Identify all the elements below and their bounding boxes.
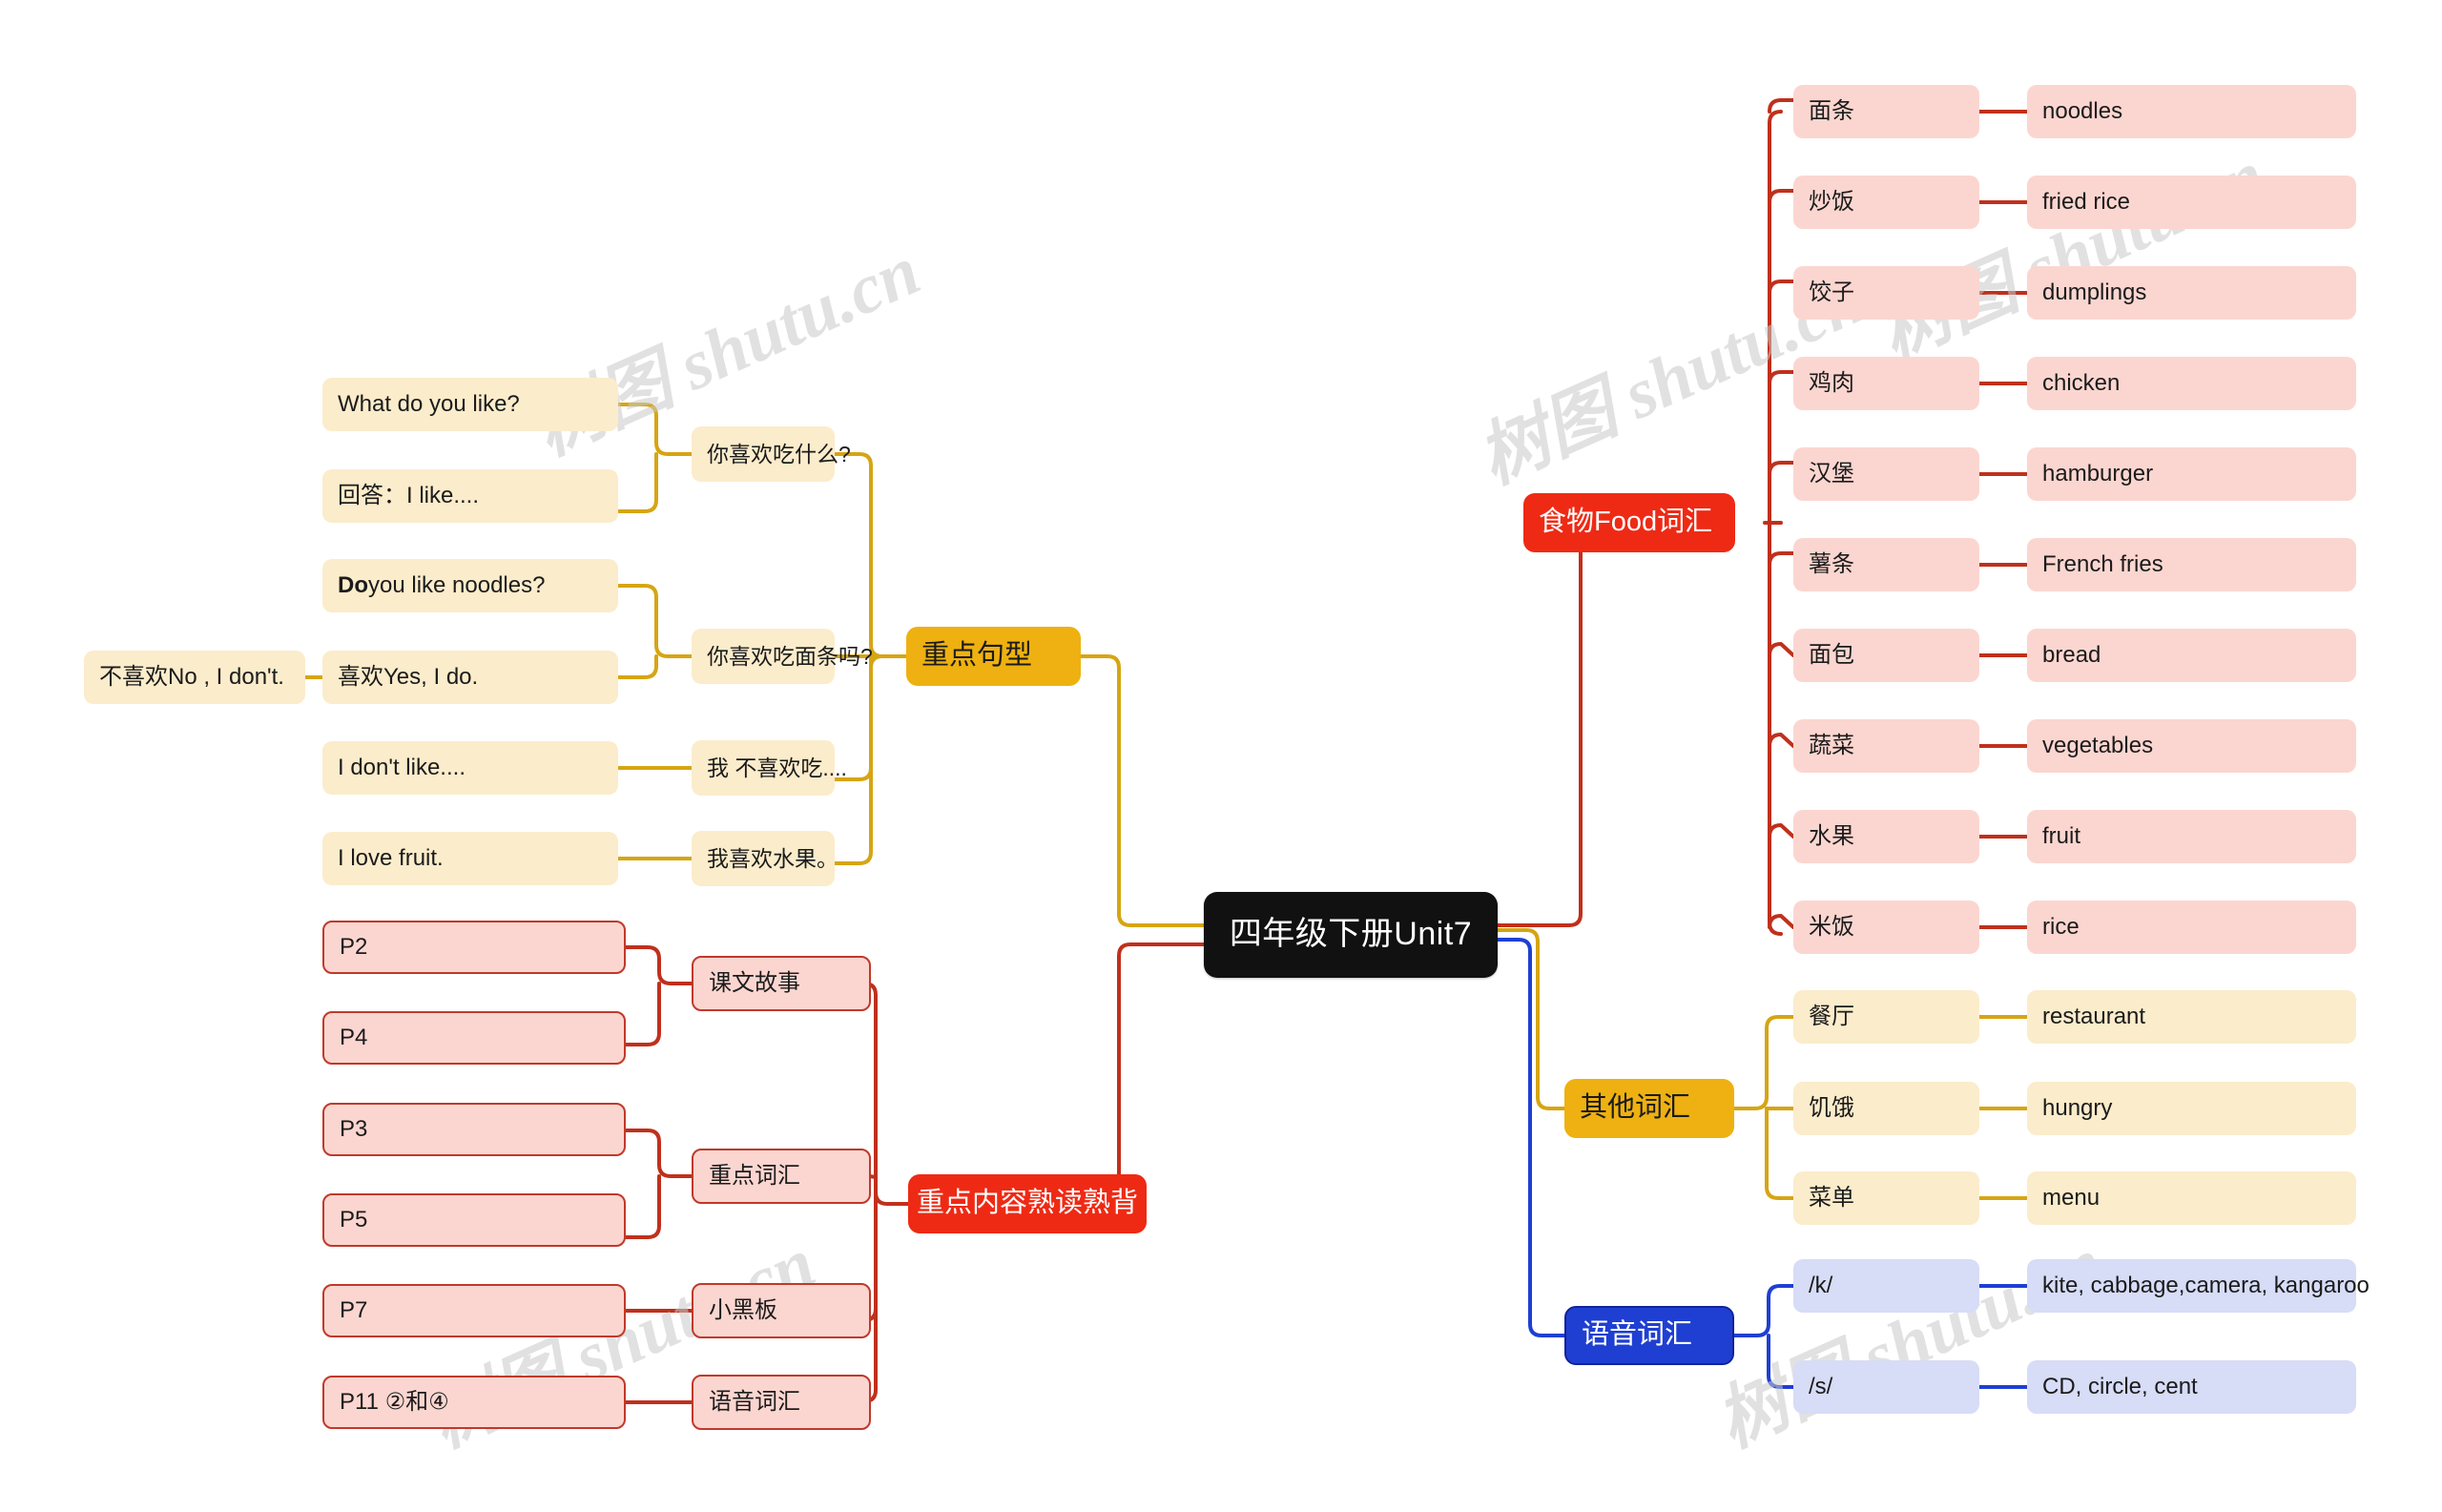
phonics-cn-s[interactable]: /s/	[1793, 1360, 1979, 1414]
food-cn-chicken[interactable]: 鸡肉	[1793, 357, 1979, 410]
food-en-fried-rice[interactable]: fried rice	[2027, 176, 2356, 229]
recite-page-p11[interactable]: P11 ②和④	[322, 1376, 626, 1429]
sentence-en-i-love-fruit[interactable]: I love fruit.	[322, 832, 618, 885]
food-cn-french-fries[interactable]: 薯条	[1793, 538, 1979, 591]
food-cn-fried-rice[interactable]: 炒饭	[1793, 176, 1979, 229]
branch-food[interactable]: 食物Food词汇	[1523, 493, 1735, 552]
food-en-hamburger[interactable]: hamburger	[2027, 447, 2356, 501]
recite-page-p3[interactable]: P3	[322, 1103, 626, 1156]
other-cn-hungry[interactable]: 饥饿	[1793, 1082, 1979, 1135]
recite-page-p2[interactable]: P2	[322, 921, 626, 974]
food-en-french-fries[interactable]: French fries	[2027, 538, 2356, 591]
recite-page-p7[interactable]: P7	[322, 1284, 626, 1337]
sentence-en-answer-i-like[interactable]: 回答：I like....	[322, 469, 618, 523]
phonics-en-k[interactable]: kite, cabbage,camera, kangaroo	[2027, 1259, 2370, 1313]
recite-group-phonics[interactable]: 语音词汇	[692, 1375, 871, 1430]
root-node[interactable]: 四年级下册Unit7	[1204, 892, 1498, 978]
branch-other-vocab[interactable]: 其他词汇	[1564, 1079, 1734, 1138]
phonics-en-s[interactable]: CD, circle, cent	[2027, 1360, 2356, 1414]
mindmap-canvas: 树图 shutu.cn 树图 shutu.cn 树图 shutu.cn 树图 s…	[0, 0, 2442, 1512]
other-en-restaurant[interactable]: restaurant	[2027, 990, 2356, 1044]
recite-page-p4[interactable]: P4	[322, 1011, 626, 1065]
sentence-en-do-you-like-noodles[interactable]: Do you like noodles?	[322, 559, 618, 612]
sentence-cn-2[interactable]: 我 不喜欢吃....	[692, 740, 847, 796]
sentence-cn-3[interactable]: 我喜欢水果。	[692, 831, 838, 886]
food-en-dumplings[interactable]: dumplings	[2027, 266, 2356, 320]
sentence-cn-0[interactable]: 你喜欢吃什么?	[692, 426, 851, 482]
food-cn-vegetables[interactable]: 蔬菜	[1793, 719, 1979, 773]
bold-do: Do	[338, 572, 368, 599]
other-cn-menu[interactable]: 菜单	[1793, 1171, 1979, 1225]
food-en-noodles[interactable]: noodles	[2027, 85, 2356, 138]
branch-phonics[interactable]: 语音词汇	[1564, 1306, 1734, 1365]
sentence-en-yes-i-do[interactable]: 喜欢Yes, I do.	[322, 651, 618, 704]
recite-group-text-story[interactable]: 课文故事	[692, 956, 871, 1011]
branch-recite[interactable]: 重点内容熟读熟背	[908, 1174, 1147, 1233]
sentence-en-what-do-you-like[interactable]: What do you like?	[322, 378, 618, 431]
sentence-en-no-i-dont[interactable]: 不喜欢No , I don't.	[84, 651, 305, 704]
food-cn-bread[interactable]: 面包	[1793, 629, 1979, 682]
other-en-hungry[interactable]: hungry	[2027, 1082, 2356, 1135]
food-en-bread[interactable]: bread	[2027, 629, 2356, 682]
food-cn-hamburger[interactable]: 汉堡	[1793, 447, 1979, 501]
food-cn-dumplings[interactable]: 饺子	[1793, 266, 1979, 320]
recite-page-p5[interactable]: P5	[322, 1193, 626, 1247]
recite-group-blackboard[interactable]: 小黑板	[692, 1283, 871, 1338]
sentence-cn-1[interactable]: 你喜欢吃面条吗?	[692, 629, 873, 684]
food-cn-fruit[interactable]: 水果	[1793, 810, 1979, 863]
recite-group-key-words[interactable]: 重点词汇	[692, 1149, 871, 1204]
food-en-rice[interactable]: rice	[2027, 901, 2356, 954]
food-en-fruit[interactable]: fruit	[2027, 810, 2356, 863]
do-you-like-noodles-rest: you like noodles?	[368, 572, 546, 599]
sentence-en-i-dont-like[interactable]: I don't like....	[322, 741, 618, 795]
branch-sentences[interactable]: 重点句型	[906, 627, 1081, 686]
food-cn-noodles[interactable]: 面条	[1793, 85, 1979, 138]
other-cn-restaurant[interactable]: 餐厅	[1793, 990, 1979, 1044]
other-en-menu[interactable]: menu	[2027, 1171, 2356, 1225]
food-en-vegetables[interactable]: vegetables	[2027, 719, 2356, 773]
phonics-cn-k[interactable]: /k/	[1793, 1259, 1979, 1313]
food-en-chicken[interactable]: chicken	[2027, 357, 2356, 410]
food-cn-rice[interactable]: 米饭	[1793, 901, 1979, 954]
